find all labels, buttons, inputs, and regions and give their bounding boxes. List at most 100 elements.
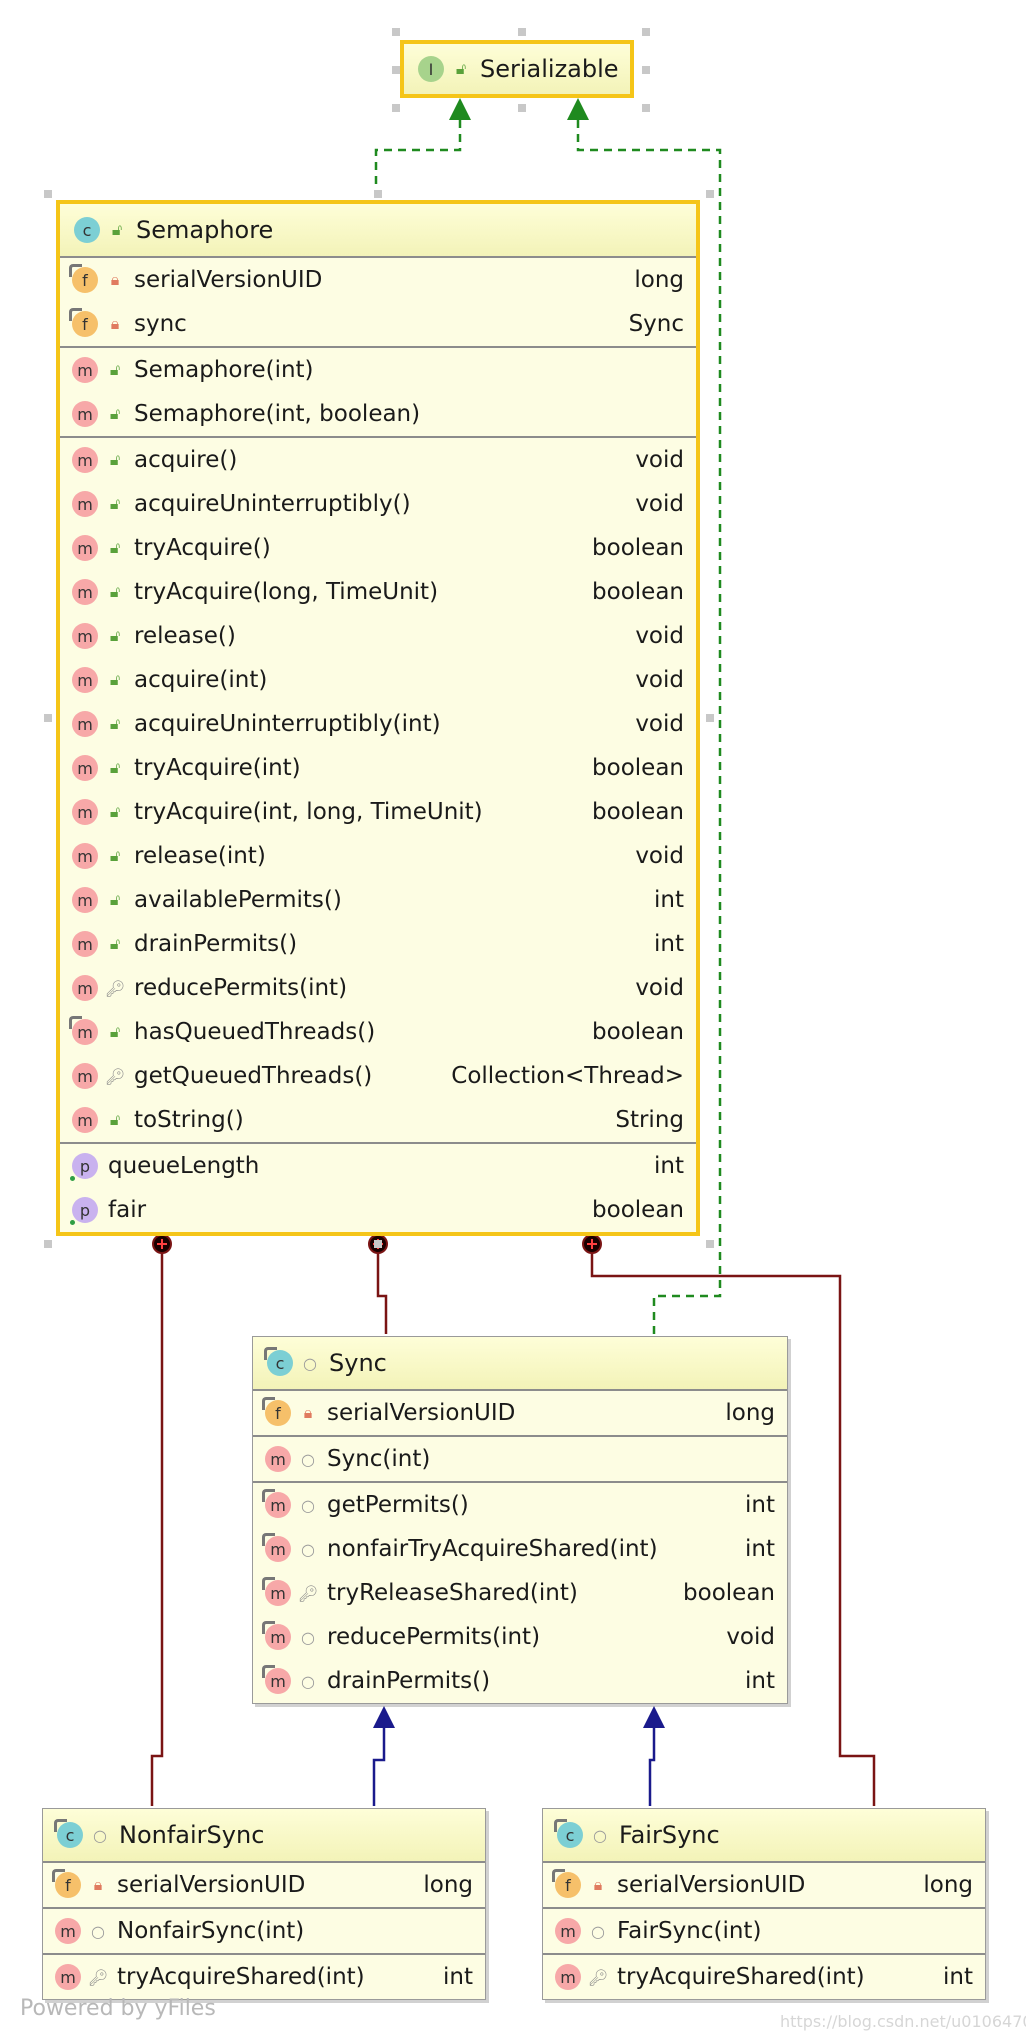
selection-handle[interactable] [374,190,382,198]
member-row[interactable]: f 🔒︎ serialVersionUID long [43,1863,485,1907]
class-name: Serializable [480,55,619,83]
inner-class-edge[interactable] [376,1254,388,1334]
selection-handle[interactable] [44,190,52,198]
protected-key-icon: 🔑︎ [104,978,126,998]
member-row[interactable]: m 🔓︎ acquire(int) void [60,658,696,702]
extends-edge[interactable] [372,1728,386,1806]
semaphore-members: f 🔒︎ serialVersionUID long f 🔒︎ sync Sync m 🔓︎ Sem… [60,256,696,1232]
public-unlock-icon: 🔓︎ [109,714,121,733]
inner-class-edge[interactable] [150,1254,164,1806]
member-row[interactable]: m 🔑︎ reducePermits(int) void [60,966,696,1010]
class-icon: c [54,1819,83,1848]
selection-handle[interactable] [642,66,650,74]
member-label: NonfairSync(int) [117,1918,305,1944]
member-row[interactable]: m 🔓︎ tryAcquire(long, TimeUnit) boolean [60,570,696,614]
member-row[interactable]: m 🔓︎ Semaphore(int) [60,348,696,392]
selection-handle[interactable] [706,1240,714,1248]
selection-handle[interactable] [392,28,400,36]
member-row[interactable]: m 🔓︎ release() void [60,614,696,658]
selection-handle[interactable] [518,28,526,36]
selection-handle[interactable] [642,104,650,112]
selection-handle[interactable] [518,104,526,112]
member-row[interactable]: m 🔓︎ tryAcquire(int) boolean [60,746,696,790]
member-row[interactable]: m ○ getPermits() int [253,1483,787,1527]
member-row[interactable]: m 🔓︎ Semaphore(int, boolean) [60,392,696,436]
method-icon: m [55,1918,81,1944]
selection-handle[interactable] [706,190,714,198]
private-lock-icon: 🔒︎ [593,1875,603,1894]
member-label: tryAcquireShared(int) [617,1964,865,1990]
implements-arrowhead [449,98,471,120]
member-row[interactable]: m 🔓︎ hasQueuedThreads() boolean [60,1010,696,1054]
public-unlock-icon: 🔓︎ [109,1110,121,1129]
selection-handle[interactable] [44,714,52,722]
member-row[interactable]: m 🔓︎ acquireUninterruptibly() void [60,482,696,526]
public-unlock-icon: 🔓︎ [109,450,121,469]
member-row[interactable]: m ○ reducePermits(int) void [253,1615,787,1659]
selection-handle[interactable] [706,714,714,722]
member-section: f 🔒︎ serialVersionUID long [253,1389,787,1435]
member-row[interactable]: f 🔒︎ serialVersionUID long [543,1863,985,1907]
member-row[interactable]: p queueLength int [60,1144,696,1188]
member-row[interactable]: f 🔒︎ serialVersionUID long [60,258,696,302]
member-row[interactable]: m 🔓︎ acquire() void [60,438,696,482]
member-row[interactable]: m ○ NonfairSync(int) [43,1909,485,1953]
member-row[interactable]: m 🔓︎ tryAcquire(int, long, TimeUnit) boolea… [60,790,696,834]
member-type: int [654,931,684,957]
member-row[interactable]: f 🔒︎ serialVersionUID long [253,1391,787,1435]
semaphore-class-node[interactable]: c 🔓︎ Semaphore f 🔒︎ serialVersionUID long f 🔒… [56,200,700,1236]
protected-key-icon: 🔑︎ [104,1066,126,1086]
member-row[interactable]: m 🔓︎ availablePermits() int [60,878,696,922]
member-row[interactable]: m 🔑︎ tryReleaseShared(int) boolean [253,1571,787,1615]
member-row[interactable]: f 🔒︎ sync Sync [60,302,696,346]
selection-handle[interactable] [392,66,400,74]
member-label: tryAcquire(int, long, TimeUnit) [134,799,483,825]
member-type: int [943,1964,973,1990]
package-private-icon: ○ [591,1921,605,1941]
package-private-icon: ○ [301,1539,315,1559]
extends-edge[interactable] [648,1728,656,1806]
member-type: Sync [628,311,684,337]
public-unlock-icon: 🔓︎ [109,934,121,953]
member-label: acquireUninterruptibly(int) [134,711,441,737]
method-icon: m [265,1446,291,1472]
fairsync-class-node[interactable]: c ○ FairSync f 🔒︎ serialVersionUID long m ○ Fa… [542,1808,986,2000]
method-icon: m [72,579,98,605]
nonfairsync-class-node[interactable]: c ○ NonfairSync f 🔒︎ serialVersionUID long m… [42,1808,486,2000]
member-row[interactable]: m 🔓︎ drainPermits() int [60,922,696,966]
member-row[interactable]: m ○ nonfairTryAcquireShared(int) int [253,1527,787,1571]
selection-handle[interactable] [44,1240,52,1248]
sync-class-node[interactable]: c ○ Sync f 🔒︎ serialVersionUID long m ○ Sync(i… [252,1336,788,1704]
member-label: hasQueuedThreads() [134,1019,376,1045]
implements-edge[interactable] [374,120,462,198]
selection-handle[interactable] [392,104,400,112]
member-row[interactable]: m ○ drainPermits() int [253,1659,787,1703]
method-icon: m [72,931,98,957]
member-row[interactable]: m 🔓︎ release(int) void [60,834,696,878]
sync-members: f 🔒︎ serialVersionUID long m ○ Sync(int) m ○ getP… [253,1389,787,1703]
serializable-interface-node[interactable]: I 🔓︎ Serializable [400,40,634,98]
member-row[interactable]: m 🔑︎ tryAcquireShared(int) int [543,1955,985,1999]
member-type: int [745,1668,775,1694]
member-type: boolean [592,579,684,605]
member-row[interactable]: m 🔓︎ tryAcquire() boolean [60,526,696,570]
selection-handle[interactable] [642,28,650,36]
member-type: boolean [683,1580,775,1606]
member-section: m ○ FairSync(int) [543,1907,985,1953]
member-row[interactable]: m 🔑︎ tryAcquireShared(int) int [43,1955,485,1999]
member-label: Semaphore(int) [134,357,314,383]
member-type: int [745,1536,775,1562]
member-row[interactable]: m 🔑︎ getQueuedThreads() Collection<Thread> [60,1054,696,1098]
member-row[interactable]: m ○ FairSync(int) [543,1909,985,1953]
member-row[interactable]: m ○ Sync(int) [253,1437,787,1481]
method-icon: m [72,401,98,427]
member-row[interactable]: m 🔓︎ acquireUninterruptibly(int) void [60,702,696,746]
member-label: Sync(int) [327,1446,431,1472]
public-unlock-icon: 🔓︎ [109,846,121,865]
method-icon: m [72,755,98,781]
method-icon: m [72,667,98,693]
selection-handle[interactable] [374,1240,382,1248]
member-row[interactable]: p fair boolean [60,1188,696,1232]
method-icon: m [72,447,98,473]
member-row[interactable]: m 🔓︎ toString() String [60,1098,696,1142]
